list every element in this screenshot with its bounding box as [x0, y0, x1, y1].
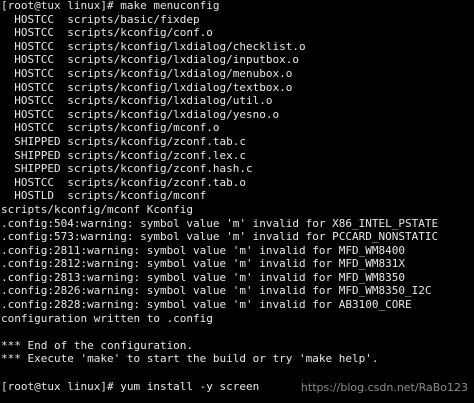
terminal-line: HOSTCC scripts/kconfig/lxdialog/inputbox…	[1, 53, 300, 67]
terminal-line: .config:573:warning: symbol value 'm' in…	[1, 230, 439, 244]
terminal-line: .config:504:warning: symbol value 'm' in…	[1, 216, 439, 230]
terminal-line: SHIPPED scripts/kconfig/zconf.tab.c	[1, 134, 247, 148]
terminal-line: [root@tux linux]# make menuconfig	[1, 0, 220, 12]
terminal-line: HOSTCC scripts/kconfig/conf.o	[1, 26, 213, 40]
terminal-line: HOSTCC scripts/kconfig/zconf.tab.o	[1, 175, 247, 189]
terminal-line: HOSTCC scripts/kconfig/lxdialog/checklis…	[1, 39, 306, 53]
terminal-line: HOSTCC scripts/kconfig/mconf.o	[1, 121, 220, 135]
terminal-line: .config:2812:warning: symbol value 'm' i…	[1, 257, 405, 271]
terminal-line: HOSTCC scripts/kconfig/lxdialog/yesno.o	[1, 107, 280, 121]
terminal-output: [root@tux linux]# make menuconfig HOSTCC…	[1, 0, 474, 393]
watermark-url: https://blog.csdn.net/RaBo123	[300, 381, 468, 394]
terminal-line: HOSTCC scripts/kconfig/lxdialog/menubox.…	[1, 66, 293, 80]
terminal-line: *** Execute 'make' to start the build or…	[1, 352, 379, 366]
terminal-line: SHIPPED scripts/kconfig/zconf.lex.c	[1, 148, 247, 162]
terminal-line: .config:2826:warning: symbol value 'm' i…	[1, 284, 432, 298]
terminal-line: HOSTLD scripts/kconfig/mconf	[1, 189, 207, 203]
terminal-line: .config:2828:warning: symbol value 'm' i…	[1, 298, 412, 312]
terminal-window[interactable]: [root@tux linux]# make menuconfig HOSTCC…	[0, 0, 474, 403]
terminal-line: HOSTCC scripts/kconfig/lxdialog/util.o	[1, 94, 273, 108]
terminal-line: HOSTCC scripts/basic/fixdep	[1, 12, 200, 26]
terminal-line: *** End of the configuration.	[1, 338, 194, 352]
terminal-line: configuration written to .config	[1, 311, 213, 325]
terminal-line: .config:2813:warning: symbol value 'm' i…	[1, 270, 405, 284]
terminal-line: HOSTCC scripts/kconfig/lxdialog/textbox.…	[1, 80, 293, 94]
terminal-line: scripts/kconfig/mconf Kconfig	[1, 202, 194, 216]
terminal-line: .config:2811:warning: symbol value 'm' i…	[1, 243, 405, 257]
terminal-line: SHIPPED scripts/kconfig/zconf.hash.c	[1, 162, 253, 176]
